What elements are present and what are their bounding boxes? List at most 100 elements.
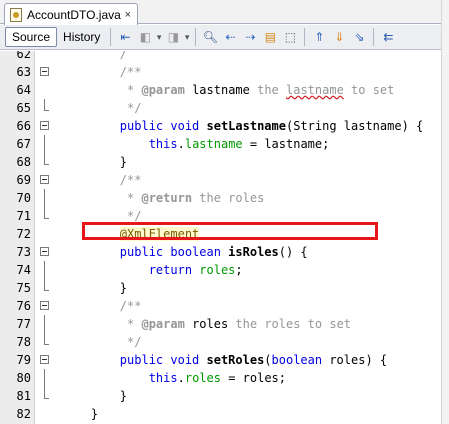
line-number: 68 [16,155,31,169]
line-number: 75 [16,281,31,295]
code-line[interactable]: 82 } [0,405,441,423]
toggle-rectangular-selection-icon[interactable]: ⬚ [282,29,298,45]
code-line[interactable]: 74 return roles; [0,261,441,279]
code-token: () { [278,245,308,259]
code-line[interactable]: 69 /** [0,171,441,189]
history-view-button[interactable]: History [57,27,106,47]
line-number: 72 [16,227,31,241]
source-view-button[interactable]: Source [5,27,58,47]
toggle-bookmark-icon[interactable]: ⇘ [351,29,367,45]
code-text[interactable]: /** [62,297,142,315]
code-text[interactable]: */ [62,333,141,351]
line-number: 79 [16,353,31,367]
code-line[interactable]: 73 public boolean isRoles() { [0,243,441,261]
code-token: this [148,137,178,151]
code-text[interactable]: */ [62,99,141,117]
fold-guide [44,99,49,111]
code-token: setLastname [206,119,286,133]
code-line[interactable]: 70 * @return the roles [0,189,441,207]
code-text[interactable]: } [62,153,127,171]
code-token: ( [264,353,272,367]
line-number: 67 [16,137,31,151]
code-token: lastname [184,137,243,151]
code-text[interactable]: } [62,387,127,405]
editor-tab-bar: AccountDTO.java × [0,0,441,25]
code-line[interactable]: 68 } [0,153,441,171]
code-token: . [177,137,185,151]
code-text[interactable]: /** [62,171,142,189]
collapse-fold-icon[interactable] [40,175,49,184]
find-previous-icon[interactable]: ⇠ [222,29,238,45]
code-line[interactable]: 65 */ [0,99,441,117]
code-text[interactable]: this.roles = roles; [62,369,286,387]
toolbar-separator [110,28,112,46]
code-text[interactable]: this.lastname = lastname; [62,135,330,153]
line-number: 82 [16,407,31,421]
collapse-fold-icon[interactable] [40,247,49,256]
code-line[interactable]: 67 this.lastname = lastname; [0,135,441,153]
previous-bookmark-icon[interactable]: ⇑ [311,29,327,45]
code-text[interactable]: * @param roles the roles to set [62,315,351,333]
vertical-scrollbar[interactable] [441,0,449,424]
code-token: lastname [286,83,344,97]
code-text[interactable]: public void setRoles(boolean roles) { [62,351,387,369]
highlight-box-xmlelement [82,222,378,240]
code-text[interactable]: public boolean isRoles() { [62,243,308,261]
code-line[interactable]: 62 / [0,51,441,63]
fold-guide [44,333,49,345]
code-token: } [62,281,128,295]
code-token: @param [141,317,185,331]
fold-guide [44,387,49,399]
code-token: public void [119,119,207,133]
code-token: this [148,371,178,385]
java-file-icon [10,7,22,22]
code-token: */ [62,209,142,223]
code-token: * [62,191,142,205]
code-line[interactable]: 78 */ [0,333,441,351]
collapse-fold-icon[interactable] [40,121,49,130]
code-text[interactable]: * @param lastname the lastname to set [62,81,394,99]
code-line[interactable]: 75 } [0,279,441,297]
code-text[interactable]: } [62,279,127,297]
shift-left-icon[interactable]: ⇇ [380,29,396,45]
next-bookmark-icon[interactable]: ⇓ [331,29,347,45]
collapse-fold-icon[interactable] [40,301,49,310]
find-icon[interactable]: 🔍︎ [202,29,218,45]
toggle-highlight-icon[interactable]: ▤ [262,29,278,45]
fold-guide [44,135,45,153]
code-token: } [62,155,128,169]
code-text[interactable]: /** [62,63,142,81]
code-line[interactable]: 79 public void setRoles(boolean roles) { [0,351,441,369]
tab-accountdto-java[interactable]: AccountDTO.java × [4,3,138,25]
code-token: / [62,51,128,61]
code-line[interactable]: 64 * @param lastname the lastname to set [0,81,441,99]
code-line[interactable]: 80 this.roles = roles; [0,369,441,387]
code-line[interactable]: 76 /** [0,297,441,315]
fold-guide [44,369,45,387]
code-line[interactable]: 66 public void setLastname(String lastna… [0,117,441,135]
code-text[interactable]: return roles; [62,261,243,279]
code-token: setRoles [206,353,265,367]
collapse-fold-icon[interactable] [40,355,49,364]
find-next-icon[interactable]: ⇢ [242,29,258,45]
last-edit-icon[interactable]: ⇤ [117,29,133,45]
code-line[interactable]: 81 } [0,387,441,405]
code-line[interactable]: 63 /** [0,63,441,81]
code-text[interactable]: / [62,51,127,63]
code-line[interactable]: 77 * @param roles the roles to set [0,315,441,333]
code-token: @param [141,83,185,97]
fold-guide [44,153,49,165]
collapse-fold-icon[interactable] [40,67,49,76]
forward-icon[interactable]: ◨ [165,29,190,45]
code-text[interactable]: } [62,405,98,423]
code-token: public void [119,353,207,367]
back-icon[interactable]: ◧ [137,29,162,45]
code-text[interactable]: * @return the roles [62,189,264,207]
code-token: */ [62,335,142,349]
code-editor[interactable]: 62 /63 /** 64 * @param lastname the lastn… [0,51,441,424]
code-token: public boolean [119,245,229,259]
code-text[interactable]: public void setLastname(String lastname)… [62,117,423,135]
close-icon[interactable]: × [125,9,131,21]
